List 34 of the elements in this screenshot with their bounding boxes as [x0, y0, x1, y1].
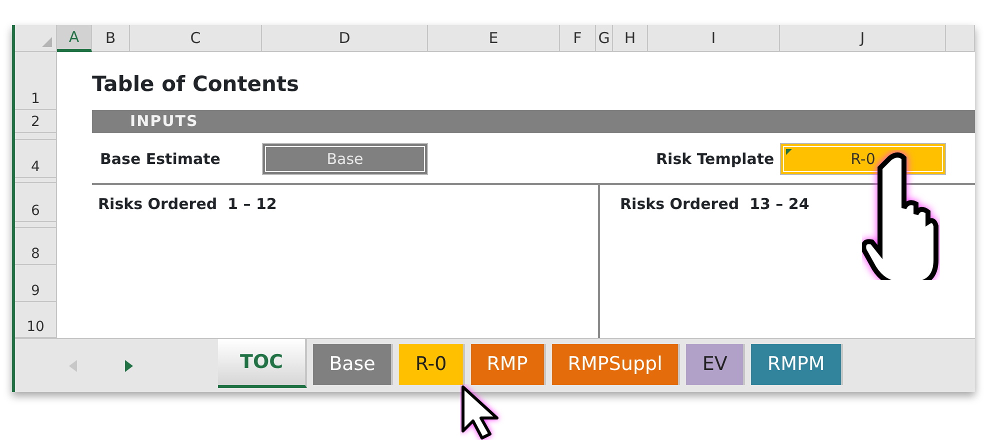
row-header[interactable]	[15, 133, 57, 140]
sheet-tab[interactable]: RMPM	[751, 344, 843, 385]
row-header[interactable]	[15, 222, 57, 228]
sheet-tab[interactable]: EV	[686, 344, 746, 385]
comment-indicator-icon	[786, 149, 792, 155]
sheet-tab[interactable]: TOC	[218, 339, 308, 388]
select-all-icon[interactable]	[42, 37, 52, 47]
field-label: Base Estimate	[99, 148, 222, 170]
column-header[interactable]: H	[613, 25, 648, 52]
row-header[interactable]: 1	[15, 52, 57, 110]
column-header[interactable]: J	[780, 25, 946, 52]
sheet-tab[interactable]: Base	[313, 344, 394, 385]
column-header[interactable]: C	[130, 25, 262, 52]
column-header[interactable]: I	[648, 25, 780, 52]
column-header[interactable]: G	[596, 25, 613, 52]
section-heading: Risks Ordered 1 – 12	[97, 194, 278, 215]
column-header[interactable]: F	[560, 25, 596, 52]
section-header: INPUTS	[92, 110, 975, 133]
row-header[interactable]: 10	[15, 302, 57, 338]
sheet-title: Table of Contents	[92, 71, 300, 98]
sheet-tab[interactable]: R-0	[399, 344, 465, 385]
row-header[interactable]: 9	[15, 265, 57, 302]
dropdown-cell[interactable]: R-0	[780, 143, 946, 175]
row-header[interactable]: 6	[15, 183, 57, 222]
field-label: Risk Template	[655, 148, 776, 170]
row-header[interactable]: 8	[15, 228, 57, 265]
column-header[interactable]: E	[428, 25, 560, 52]
row-header[interactable]	[15, 178, 57, 183]
row-header[interactable]: 4	[15, 140, 57, 178]
row-header[interactable]: 2	[15, 110, 57, 133]
column-header[interactable]: D	[262, 25, 428, 52]
column-header[interactable]	[946, 25, 975, 52]
column-header[interactable]: B	[92, 25, 130, 52]
column-header[interactable]: A	[57, 25, 92, 52]
